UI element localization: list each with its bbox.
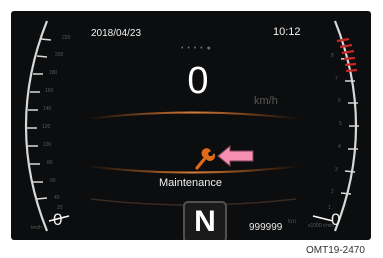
rpm-scale-label: 8	[331, 53, 334, 59]
speed-scale-label: 60	[50, 178, 56, 184]
figure-code: OMT19-2470	[306, 245, 365, 256]
maintenance-warning-label: Maintenance	[159, 177, 222, 189]
rpm-scale-label: 3	[335, 167, 338, 173]
speed-scale-label: 180	[49, 70, 58, 76]
speed-unit: km/h	[254, 95, 278, 107]
speed-readout: 0	[187, 60, 209, 102]
page-indicator: • • • • ●	[181, 45, 212, 52]
odometer-unit: km	[288, 219, 296, 225]
gear-indicator: N	[183, 201, 227, 240]
clock-display: 10:12	[273, 26, 301, 38]
speed-scale-label: 140	[43, 106, 52, 112]
rpm-scale-label: 2	[331, 189, 334, 195]
rpm-scale-label: 4	[338, 144, 341, 150]
rpm-scale-unit: x1000 r/min	[308, 223, 335, 229]
rpm-scale-label: 7	[335, 76, 338, 82]
rpm-scale-label: 6	[338, 98, 341, 104]
speed-scale-label: 100	[43, 142, 52, 148]
speed-zero-label: 0	[53, 210, 63, 229]
speed-scale-label: 120	[42, 124, 51, 130]
odometer-value: 999999	[249, 222, 283, 233]
pointer-arrow-icon	[217, 144, 254, 168]
speed-scale-label: 220	[62, 35, 71, 41]
speed-scale-label: 40	[54, 195, 60, 201]
speed-scale-label: 160	[45, 88, 54, 94]
wrench-icon	[195, 148, 215, 170]
rpm-needle	[312, 215, 334, 222]
speed-scale-label: 80	[47, 160, 53, 166]
speed-scale-label: 200	[55, 52, 64, 58]
instrument-cluster: 2018/04/23 10:12 • • • • ● 0 km/h 220 20…	[11, 11, 371, 240]
upper-glow	[85, 111, 302, 120]
rpm-scale-label: 5	[339, 121, 342, 127]
speed-scale-unit: km/h	[31, 225, 42, 231]
date-display: 2018/04/23	[91, 28, 142, 39]
rpm-ticks	[340, 57, 359, 195]
